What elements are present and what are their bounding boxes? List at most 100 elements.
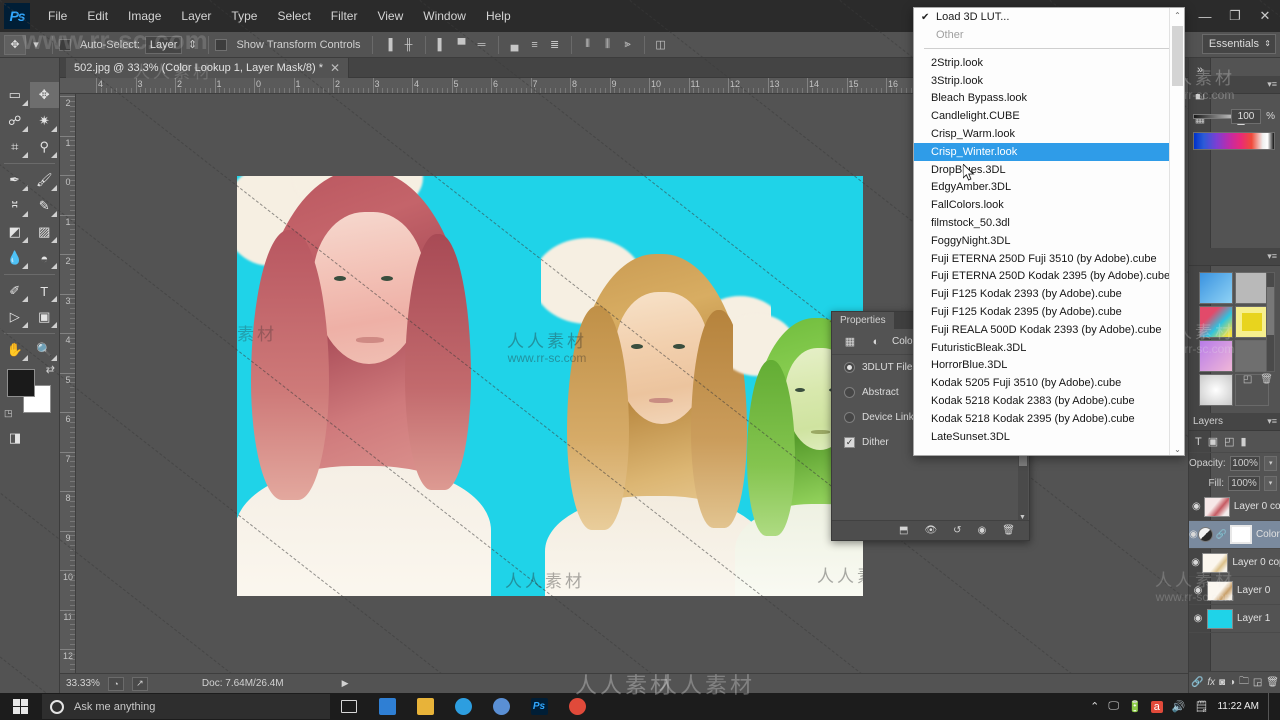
lut-load-3d-lut-item[interactable]: ✔ Load 3D LUT... xyxy=(914,8,1184,26)
dodge-tool[interactable]: ◓ xyxy=(30,245,60,271)
layer-row[interactable]: ◉ Layer 1 xyxy=(1189,605,1280,633)
preview-icon[interactable]: ◔ xyxy=(107,676,124,691)
distribute-3d-icon[interactable]: ◫ xyxy=(651,35,671,55)
radio-3dlut-file-icon[interactable] xyxy=(844,362,855,373)
auto-select-stepper-icon[interactable]: ⇕ xyxy=(182,35,202,55)
zoom-tool[interactable]: 🔍 xyxy=(30,337,60,363)
task-view-icon[interactable] xyxy=(330,693,368,720)
auto-select-checkbox[interactable] xyxy=(59,38,71,51)
show-desktop-button[interactable] xyxy=(1268,693,1274,720)
show-transform-checkbox[interactable] xyxy=(215,38,228,51)
delete-swatch-icon[interactable]: 🗑 xyxy=(1260,374,1273,385)
lut-item[interactable]: 2Strip.look xyxy=(914,54,1184,72)
gradient-tool[interactable]: ▨ xyxy=(30,219,60,245)
magic-wand-tool[interactable]: ✷ xyxy=(30,108,60,134)
menu-edit[interactable]: Edit xyxy=(77,0,118,32)
menu-type[interactable]: Type xyxy=(221,0,267,32)
link-layers-icon[interactable]: 🔗 xyxy=(1191,677,1203,688)
battery-icon[interactable]: 🔋 xyxy=(1128,700,1142,713)
close-button[interactable]: ✕ xyxy=(1250,3,1280,29)
checkbox-dither-icon[interactable]: ✓ xyxy=(844,437,855,448)
menu-filter[interactable]: Filter xyxy=(321,0,368,32)
layer-thumbnail[interactable] xyxy=(1203,496,1230,517)
align-top-edges-icon[interactable]: ▀ xyxy=(452,35,472,55)
pen-tool[interactable]: ✐ xyxy=(0,278,30,304)
opacity-value[interactable]: 100% xyxy=(1229,455,1261,471)
show-hidden-icons-icon[interactable]: ⌃ xyxy=(1090,700,1099,713)
menu-layer[interactable]: Layer xyxy=(171,0,221,32)
lut-item[interactable]: Candlelight.CUBE xyxy=(914,107,1184,125)
new-group-icon[interactable]: 🗀 xyxy=(1239,674,1249,691)
lut-item[interactable]: EdgyAmber.3DL xyxy=(914,179,1184,197)
swatch-cell[interactable] xyxy=(1199,340,1233,372)
action-center-icon[interactable]: 🗒 xyxy=(1195,700,1209,713)
lut-item[interactable]: HorrorBlue.3DL xyxy=(914,357,1184,375)
menu-file[interactable]: File xyxy=(38,0,77,32)
smart-object-filter-icon[interactable]: ◰ xyxy=(1224,435,1234,448)
blur-tool[interactable]: 💧 xyxy=(0,245,30,271)
default-colors-icon[interactable]: ◳ xyxy=(4,408,13,419)
align-left-edges-icon[interactable]: ▐ xyxy=(379,35,399,55)
adjustment-layer-thumbnail[interactable] xyxy=(1197,527,1213,542)
taskbar-store-icon[interactable] xyxy=(368,693,406,720)
healing-brush-tool[interactable]: ✒ xyxy=(0,167,30,193)
search-input[interactable]: Ask me anything xyxy=(42,694,330,719)
move-tool[interactable]: ✥ xyxy=(29,82,59,108)
path-selection-tool[interactable]: ▷ xyxy=(0,304,30,330)
lut-item[interactable]: Fuji F125 Kodak 2393 (by Adobe).cube xyxy=(914,285,1184,303)
taskbar-chrome-icon[interactable] xyxy=(558,693,596,720)
align-vertical-centers-icon[interactable]: ═ xyxy=(472,35,492,55)
menu-image[interactable]: Image xyxy=(118,0,171,32)
clock[interactable]: 11:22 AM xyxy=(1217,701,1259,712)
layer-visibility-icon[interactable]: ◉ xyxy=(1189,557,1202,568)
crop-tool[interactable]: ⌗ xyxy=(0,134,30,160)
layer-row[interactable]: ◉ 🔗 Color Lookup 1 xyxy=(1189,521,1280,549)
properties-tab[interactable]: Properties xyxy=(832,312,894,329)
color-value-field[interactable]: 100 xyxy=(1231,109,1261,124)
swatches-scroll-thumb[interactable] xyxy=(1267,287,1274,335)
new-layer-icon[interactable]: ◲ xyxy=(1253,677,1262,688)
lut-item[interactable]: Kodak 5218 Kodak 2383 (by Adobe).cube xyxy=(914,392,1184,410)
taskbar-file-explorer-icon[interactable] xyxy=(406,693,444,720)
swatch-cell[interactable] xyxy=(1199,306,1233,338)
swatch-cell[interactable] xyxy=(1199,272,1233,304)
avast-icon[interactable]: a xyxy=(1150,700,1163,713)
layers-panel-menu-icon[interactable]: ▾≡ xyxy=(1267,416,1277,427)
volume-icon[interactable]: 🔊 xyxy=(1172,700,1186,713)
lut-scroll-down-icon[interactable]: ⌄ xyxy=(1170,442,1184,455)
toggle-visibility-icon[interactable]: ◉ xyxy=(978,525,987,536)
toggle-filters-icon[interactable]: ▮ xyxy=(1241,435,1247,448)
eyedropper-tool[interactable]: ⚲ xyxy=(30,134,60,160)
foreground-color-swatch[interactable] xyxy=(7,369,35,397)
layer-thumbnail[interactable] xyxy=(1207,580,1233,601)
type-tool[interactable]: T xyxy=(30,278,60,304)
layer-visibility-icon[interactable]: ◉ xyxy=(1189,585,1207,596)
layer-visibility-icon[interactable]: ◉ xyxy=(1189,501,1204,512)
text-filter-icon[interactable]: T xyxy=(1195,436,1202,448)
lut-item[interactable]: LateSunset.3DL xyxy=(914,428,1184,446)
image-document[interactable]: 人人素材 www.rr-sc.com 人人素材 人人素材 人人素材 xyxy=(237,176,863,596)
swap-colors-icon[interactable]: ⇄ xyxy=(46,363,55,376)
layer-style-icon[interactable]: fx xyxy=(1207,677,1215,688)
distribute-left-icon[interactable]: ⫴ xyxy=(578,35,598,55)
lut-scroll-up-icon[interactable]: ⌃ xyxy=(1170,8,1184,23)
fill-chevron-icon[interactable]: ▾ xyxy=(1264,475,1277,491)
lut-item[interactable]: Fuji ETERNA 250D Fuji 3510 (by Adobe).cu… xyxy=(914,250,1184,268)
history-brush-tool[interactable]: ✎ xyxy=(30,193,60,219)
link-mask-icon[interactable]: 🔗 xyxy=(1216,529,1227,540)
minimize-button[interactable]: — xyxy=(1190,3,1220,29)
shape-filter-icon[interactable]: ▣ xyxy=(1208,435,1218,448)
swatch-cell[interactable] xyxy=(1235,340,1269,372)
document-tab-close-icon[interactable]: ✕ xyxy=(330,61,340,75)
menu-help[interactable]: Help xyxy=(476,0,521,32)
swatches-scrollbar[interactable] xyxy=(1266,272,1275,372)
color-panel-menu-icon[interactable]: ▾≡ xyxy=(1267,79,1277,90)
tool-preset-chevron-icon[interactable]: ▾ xyxy=(26,35,46,55)
lut-item[interactable]: 3Strip.look xyxy=(914,72,1184,90)
align-bottom-edges-icon[interactable]: ▄ xyxy=(505,35,525,55)
move-tool-icon[interactable]: ✥ xyxy=(4,34,26,55)
lut-item[interactable]: DropBlues.3DL xyxy=(914,161,1184,179)
share-icon[interactable]: ↗ xyxy=(131,676,148,691)
lut-grid-icon[interactable]: ▦ xyxy=(840,333,860,351)
opacity-chevron-icon[interactable]: ▾ xyxy=(1264,455,1277,471)
